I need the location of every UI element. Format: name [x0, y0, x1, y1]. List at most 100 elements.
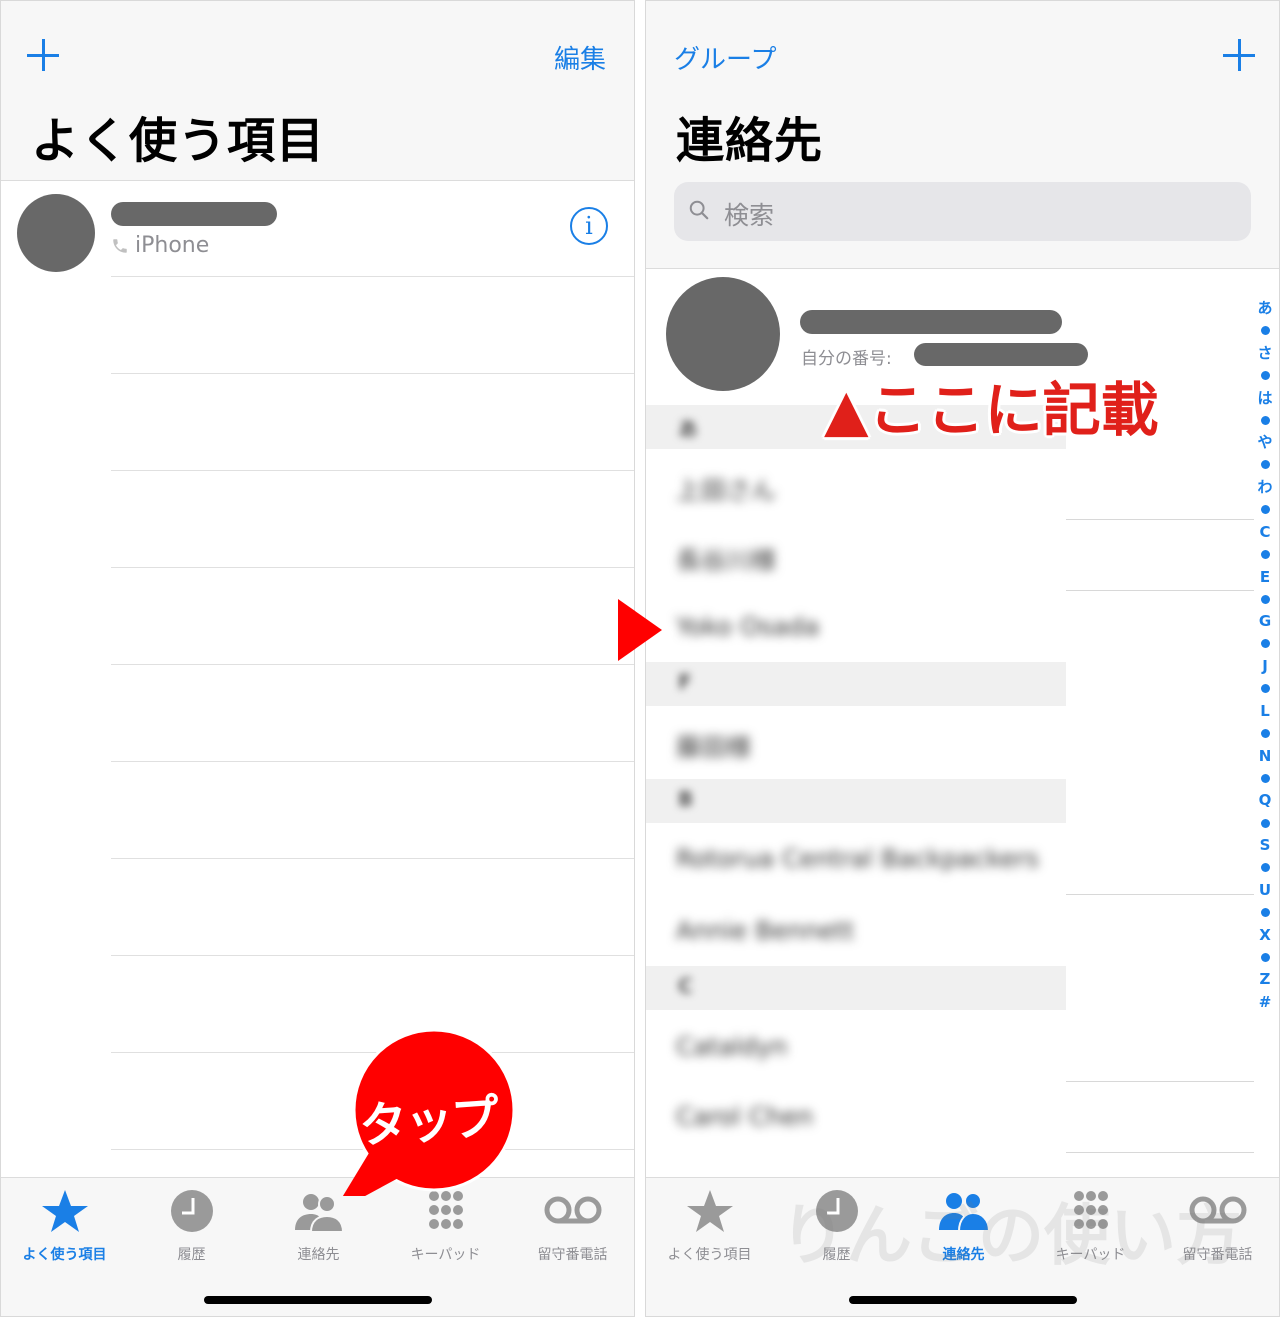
tab-voicemail[interactable]: 留守番電話 [509, 1184, 634, 1264]
index-letter[interactable]: S [1260, 834, 1271, 856]
annotation-note: ▲ここに記載 [824, 376, 1159, 444]
row-separator [111, 470, 634, 471]
home-indicator[interactable] [848, 1296, 1077, 1304]
favorite-subtitle-text: iPhone [135, 233, 210, 258]
page-title: よく使う項目 [31, 113, 326, 169]
index-letter[interactable]: G [1259, 610, 1271, 632]
index-dot[interactable] [1260, 863, 1270, 873]
tab-label: キーパッド [1055, 1247, 1126, 1263]
row-separator [111, 955, 634, 956]
index-letter[interactable]: E [1260, 566, 1270, 588]
contact-row[interactable]: 藤田様 [676, 728, 751, 764]
tab-voicemail[interactable]: 留守番電話 [1154, 1184, 1279, 1264]
page-title: 連絡先 [676, 113, 824, 169]
index-letter[interactable]: は [1257, 387, 1272, 409]
row-separator [111, 858, 634, 859]
tab-contacts[interactable]: 連絡先 [900, 1184, 1027, 1264]
index-letter[interactable]: L [1260, 700, 1270, 722]
avatar [17, 194, 95, 272]
tab-label: 連絡先 [297, 1247, 340, 1263]
row-separator [111, 761, 634, 762]
star-icon [686, 1190, 733, 1232]
contacts-screen: グループ 連絡先 検索 自分の番号: あ 上田さん 長谷川様 Yoko Osad… [645, 0, 1280, 1317]
section-index[interactable]: あさはやわ C E G J L N Q S U X Z # [1255, 297, 1275, 1013]
index-dot[interactable] [1260, 505, 1270, 515]
index-letter[interactable]: Q [1259, 789, 1272, 811]
index-letter[interactable]: さ [1257, 342, 1272, 364]
index-letter[interactable]: U [1259, 879, 1271, 901]
star-icon [41, 1190, 88, 1232]
index-dot[interactable] [1260, 370, 1270, 380]
groups-button[interactable]: グループ [674, 39, 776, 76]
tab-bar: よく使う項目 履歴 連絡先 キーパッド 留守番電話 [1, 1177, 634, 1316]
contact-row[interactable]: Rotorua Central Backpackers [676, 844, 1039, 873]
index-letter[interactable]: Z [1260, 968, 1271, 990]
contact-row[interactable]: Annie Bennett [676, 916, 854, 945]
contacts-icon [938, 1192, 990, 1232]
row-separator [1066, 590, 1254, 591]
index-letter[interactable]: # [1259, 991, 1272, 1013]
keypad-icon [1073, 1191, 1108, 1229]
tab-recents[interactable]: 履歴 [773, 1184, 900, 1264]
tab-label: 留守番電話 [1182, 1247, 1253, 1263]
info-icon[interactable]: i [570, 207, 608, 245]
index-dot[interactable] [1260, 549, 1270, 559]
tab-label: よく使う項目 [667, 1247, 752, 1263]
row-separator [111, 567, 634, 568]
index-letter[interactable]: C [1259, 521, 1270, 543]
phone-icon [113, 238, 127, 253]
search-icon [689, 200, 709, 220]
index-letter[interactable]: や [1257, 431, 1272, 453]
contact-row[interactable]: 長谷川様 [676, 541, 776, 577]
index-dot[interactable] [1260, 326, 1270, 336]
index-dot[interactable] [1260, 773, 1270, 783]
navigation-bar: グループ 連絡先 検索 [646, 1, 1279, 269]
tab-keypad[interactable]: キーパッド [1027, 1184, 1154, 1264]
index-letter[interactable]: あ [1257, 297, 1272, 319]
tab-keypad[interactable]: キーパッド [382, 1184, 509, 1264]
tab-label: 留守番電話 [537, 1247, 608, 1263]
tab-favorites[interactable]: よく使う項目 [1, 1184, 128, 1264]
index-dot[interactable] [1260, 818, 1270, 828]
contact-row[interactable]: Cataldyn [676, 1032, 787, 1061]
row-separator [111, 373, 634, 374]
index-dot[interactable] [1260, 639, 1270, 649]
redacted-name [111, 202, 277, 226]
tab-contacts[interactable]: 連絡先 [255, 1184, 382, 1264]
index-letter[interactable]: N [1259, 745, 1272, 767]
contact-row[interactable]: Yoko Osada [676, 612, 819, 641]
index-letter[interactable]: J [1262, 655, 1268, 677]
search-input[interactable]: 検索 [674, 182, 1251, 241]
contact-row[interactable]: 上田さん [676, 471, 776, 507]
home-indicator[interactable] [203, 1296, 432, 1304]
tab-favorites[interactable]: よく使う項目 [646, 1184, 773, 1264]
index-letter[interactable]: X [1259, 924, 1271, 946]
tab-bar: よく使う項目 履歴 連絡先 キーパッド 留守番電話 [646, 1177, 1279, 1316]
section-header: F [646, 662, 1066, 706]
row-separator [1066, 1152, 1254, 1153]
row-separator [111, 664, 634, 665]
section-header: C [646, 966, 1066, 1010]
index-dot[interactable] [1260, 460, 1270, 470]
navigation-bar: 編集 よく使う項目 [1, 1, 634, 181]
index-dot[interactable] [1260, 415, 1270, 425]
add-contact-button[interactable] [1219, 35, 1259, 75]
section-letter: C [678, 974, 693, 998]
index-dot[interactable] [1260, 952, 1270, 962]
tab-recents[interactable]: 履歴 [128, 1184, 255, 1264]
row-separator [1066, 894, 1254, 895]
add-favorite-button[interactable] [23, 35, 63, 75]
avatar [666, 277, 780, 391]
contact-row[interactable]: Carol Chen [676, 1102, 813, 1131]
row-separator [1066, 519, 1254, 520]
section-header: B [646, 779, 1066, 823]
index-dot[interactable] [1260, 728, 1270, 738]
index-dot[interactable] [1260, 908, 1270, 918]
edit-button[interactable]: 編集 [554, 39, 606, 76]
index-dot[interactable] [1260, 594, 1270, 604]
index-dot[interactable] [1260, 684, 1270, 694]
tab-label: 履歴 [177, 1247, 206, 1263]
clock-icon [170, 1190, 213, 1232]
redacted-name [800, 310, 1062, 334]
index-letter[interactable]: わ [1257, 476, 1272, 498]
